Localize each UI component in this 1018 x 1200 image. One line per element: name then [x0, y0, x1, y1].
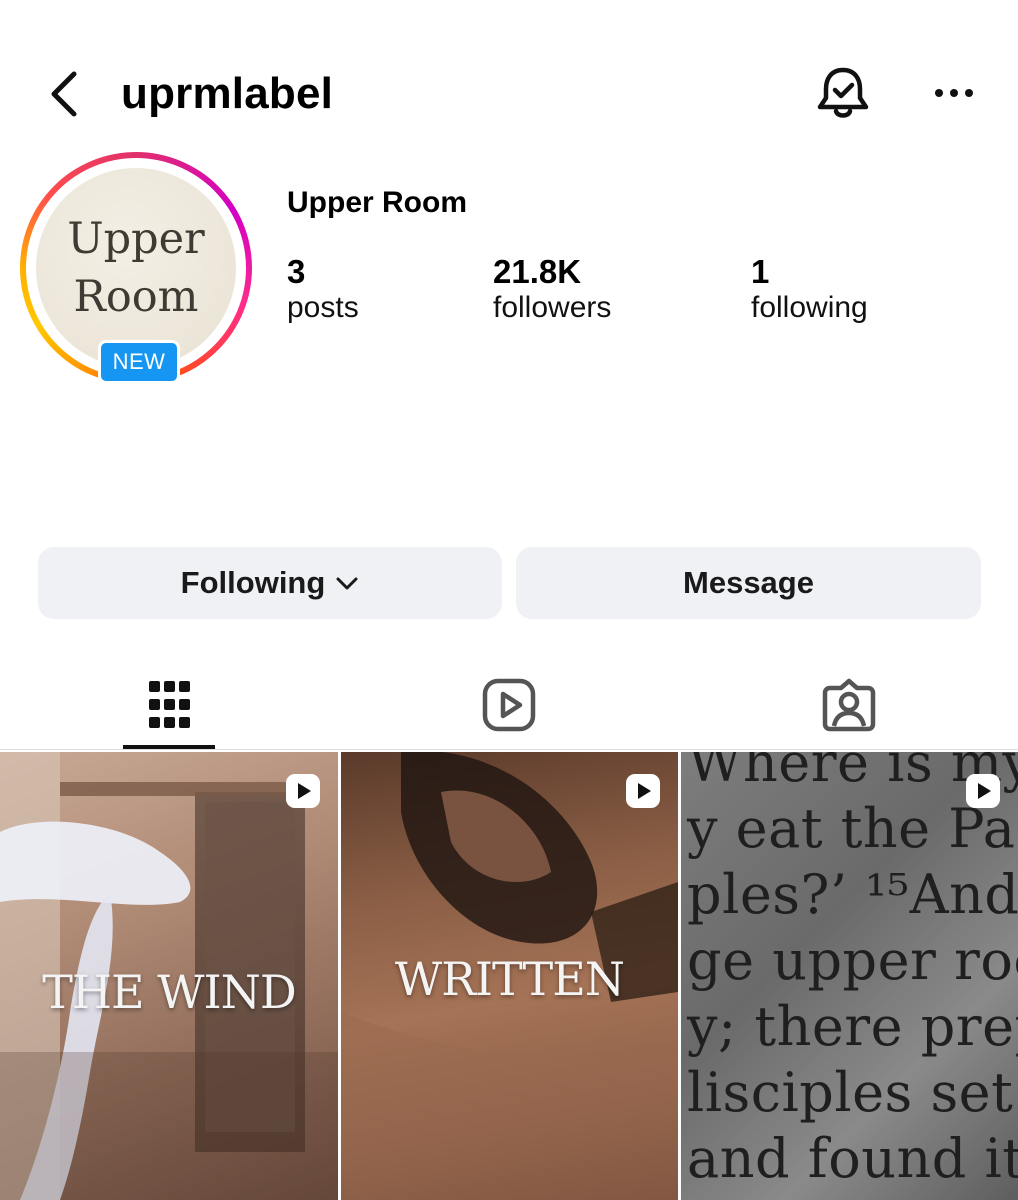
message-label: Message	[683, 565, 814, 600]
tab-reels[interactable]	[339, 660, 678, 750]
stat-posts[interactable]: 3 posts	[287, 253, 359, 325]
stat-label: posts	[287, 291, 359, 324]
reel-icon	[286, 774, 320, 808]
stat-following[interactable]: 1 following	[751, 253, 868, 325]
stat-followers[interactable]: 21.8K followers	[493, 253, 611, 325]
tagged-icon	[822, 678, 875, 732]
stat-value: 3	[287, 253, 306, 290]
post-title: THE WIND	[42, 965, 297, 1019]
post-text-line: and found it i	[687, 1127, 1018, 1190]
tab-tagged[interactable]	[679, 660, 1018, 750]
post-text-line: y; there prepa	[687, 995, 1018, 1058]
back-button[interactable]	[42, 66, 92, 122]
profile-username: uprmlabel	[121, 69, 334, 118]
message-button[interactable]: Message	[516, 547, 981, 619]
display-name: Upper Room	[287, 186, 467, 219]
more-options-button[interactable]	[926, 72, 982, 114]
divider	[0, 749, 1018, 750]
stat-label: following	[751, 291, 868, 324]
post-thumbnail[interactable]: WRITTEN	[341, 752, 678, 1200]
avatar-text-line: Room	[73, 272, 199, 322]
bell-check-icon	[817, 67, 869, 118]
post-text-line: ge upper roo	[687, 929, 1018, 992]
stat-value: 1	[751, 253, 770, 290]
stat-label: followers	[493, 291, 612, 324]
chevron-left-icon	[51, 71, 77, 117]
post-text-line: ples?’ ¹⁵And h	[687, 863, 1018, 926]
post-thumbnail[interactable]: Where is my y eat the Pass ples?’ ¹⁵And …	[681, 752, 1018, 1200]
reel-icon	[626, 774, 660, 808]
post-title: WRITTEN	[394, 952, 625, 1006]
post-text-line: lisciples set o	[687, 1061, 1018, 1124]
tab-posts-grid[interactable]	[0, 660, 339, 750]
more-horizontal-icon	[935, 89, 973, 97]
avatar-image: Upper Room	[36, 168, 236, 368]
reel-icon	[966, 774, 1000, 808]
post-thumbnail[interactable]: THE WIND	[0, 752, 338, 1200]
following-label: Following	[180, 565, 326, 600]
new-badge: NEW	[98, 340, 180, 384]
following-button[interactable]: Following	[38, 547, 502, 619]
notifications-button[interactable]	[812, 64, 874, 124]
chevron-down-icon	[336, 577, 358, 590]
grid-icon	[148, 681, 190, 728]
avatar-text-line: Upper	[67, 214, 205, 264]
stat-value: 21.8K	[493, 253, 582, 290]
reels-icon	[482, 678, 535, 732]
